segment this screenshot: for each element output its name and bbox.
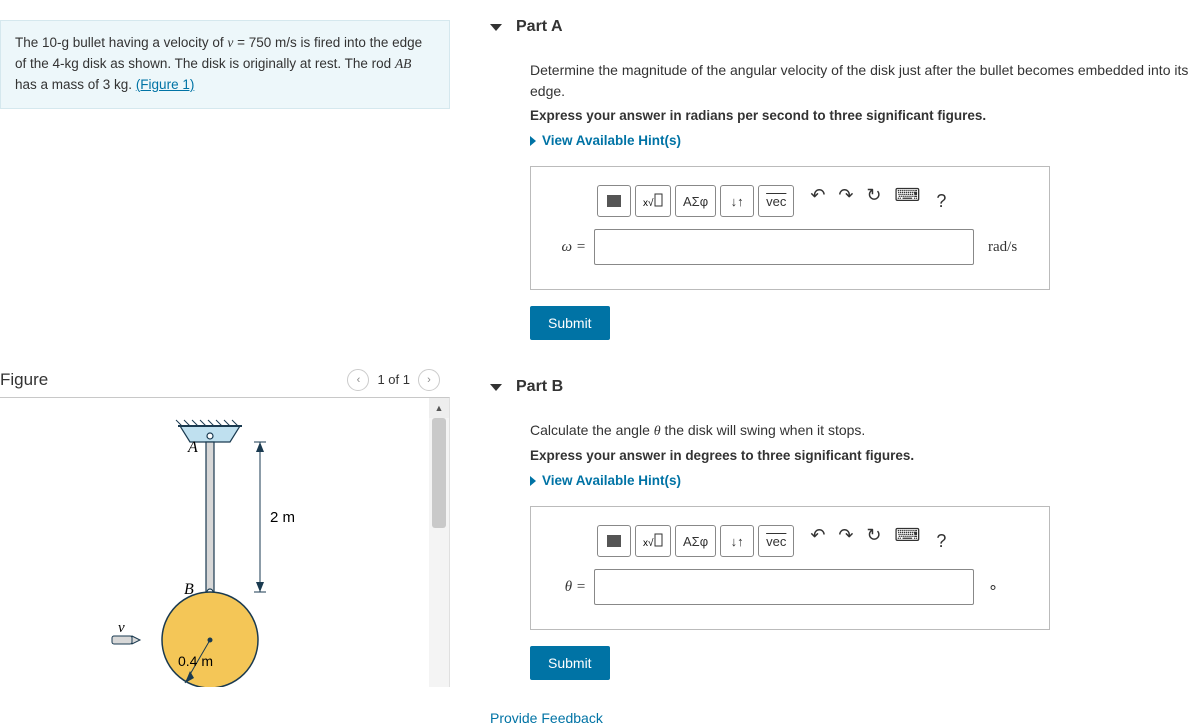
- redo-icon[interactable]: ↷: [838, 185, 862, 217]
- reset-icon[interactable]: ↻: [866, 525, 890, 557]
- fill-rect-icon[interactable]: [597, 185, 631, 217]
- part-a-toolbar: x√ ΑΣφ ↓↑ vec ↶ ↷ ↻ ⌨ ?: [597, 185, 1031, 217]
- part-a-answer-input[interactable]: [594, 229, 974, 265]
- fill-rect-icon[interactable]: [597, 525, 631, 557]
- caret-right-icon: [530, 476, 536, 486]
- scroll-up-icon[interactable]: ▲: [429, 398, 449, 418]
- part-a-instruction: Determine the magnitude of the angular v…: [530, 60, 1190, 102]
- figure-canvas: ▲ A: [0, 397, 450, 687]
- keyboard-icon[interactable]: ⌨: [894, 185, 920, 217]
- svg-text:x√: x√: [643, 197, 654, 209]
- svg-text:x√: x√: [643, 537, 654, 549]
- reset-icon[interactable]: ↻: [866, 185, 890, 217]
- part-a-submit-button[interactable]: Submit: [530, 306, 610, 340]
- part-b-subinstruction: Express your answer in degrees to three …: [530, 448, 1190, 463]
- part-b-answer-input[interactable]: [594, 569, 974, 605]
- vector-button[interactable]: vec: [758, 185, 794, 217]
- part-a-variable-label: ω =: [549, 239, 594, 256]
- subscript-button[interactable]: ↓↑: [720, 185, 754, 217]
- part-b-hints-link[interactable]: View Available Hint(s): [530, 473, 1190, 488]
- figure-svg: A B 2 m: [100, 418, 340, 687]
- part-a-answer-block: x√ ΑΣφ ↓↑ vec ↶ ↷ ↻ ⌨ ? ω = rad/s: [530, 166, 1050, 290]
- label-radius: 0.4 m: [178, 653, 213, 669]
- help-button[interactable]: ?: [924, 185, 958, 217]
- keyboard-icon[interactable]: ⌨: [894, 525, 920, 557]
- bullet-icon: [112, 636, 140, 644]
- redo-icon[interactable]: ↷: [838, 525, 862, 557]
- part-a-unit: rad/s: [974, 239, 1017, 256]
- part-a-title: Part A: [516, 18, 563, 36]
- next-figure-button[interactable]: ›: [418, 369, 440, 391]
- problem-mid2: has a mass of 3 kg.: [15, 77, 136, 92]
- greek-button[interactable]: ΑΣφ: [675, 525, 716, 557]
- problem-text: The 10-g bullet having a velocity of: [15, 35, 227, 50]
- caret-right-icon: [530, 136, 536, 146]
- part-b-answer-block: x√ ΑΣφ ↓↑ vec ↶ ↷ ↻ ⌨ ? θ = ∘: [530, 506, 1050, 630]
- undo-icon[interactable]: ↶: [810, 185, 834, 217]
- provide-feedback-link[interactable]: Provide Feedback: [490, 710, 1200, 726]
- problem-rod: AB: [395, 56, 412, 71]
- part-b-submit-button[interactable]: Submit: [530, 646, 610, 680]
- vector-button[interactable]: vec: [758, 525, 794, 557]
- scrollbar-thumb[interactable]: [432, 418, 446, 528]
- label-A: A: [187, 439, 198, 456]
- problem-v: v: [227, 35, 233, 50]
- templates-button[interactable]: x√: [635, 185, 671, 217]
- part-b-unit: ∘: [974, 577, 998, 597]
- part-a-header[interactable]: Part A: [490, 10, 1200, 44]
- part-b-instruction: Calculate the angle θ the disk will swin…: [530, 420, 1190, 442]
- templates-button[interactable]: x√: [635, 525, 671, 557]
- label-v: v: [118, 620, 125, 636]
- part-b-toolbar: x√ ΑΣφ ↓↑ vec ↶ ↷ ↻ ⌨ ?: [597, 525, 1031, 557]
- label-2m: 2 m: [270, 509, 295, 526]
- figure-link[interactable]: (Figure 1): [136, 77, 195, 92]
- undo-icon[interactable]: ↶: [810, 525, 834, 557]
- pager-text: 1 of 1: [377, 372, 410, 387]
- part-a-subinstruction: Express your answer in radians per secon…: [530, 108, 1190, 123]
- part-b-header[interactable]: Part B: [490, 370, 1200, 404]
- greek-button[interactable]: ΑΣφ: [675, 185, 716, 217]
- figure-pager: ‹ 1 of 1 ›: [347, 369, 440, 391]
- subscript-button[interactable]: ↓↑: [720, 525, 754, 557]
- part-b-title: Part B: [516, 378, 563, 396]
- scrollbar-track[interactable]: [429, 418, 449, 687]
- part-a-hints-link[interactable]: View Available Hint(s): [530, 133, 1190, 148]
- caret-down-icon: [490, 384, 502, 391]
- figure-title: Figure: [0, 370, 48, 390]
- caret-down-icon: [490, 24, 502, 31]
- part-b-variable-label: θ =: [549, 579, 594, 596]
- problem-statement: The 10-g bullet having a velocity of v =…: [0, 20, 450, 109]
- prev-figure-button[interactable]: ‹: [347, 369, 369, 391]
- help-button[interactable]: ?: [924, 525, 958, 557]
